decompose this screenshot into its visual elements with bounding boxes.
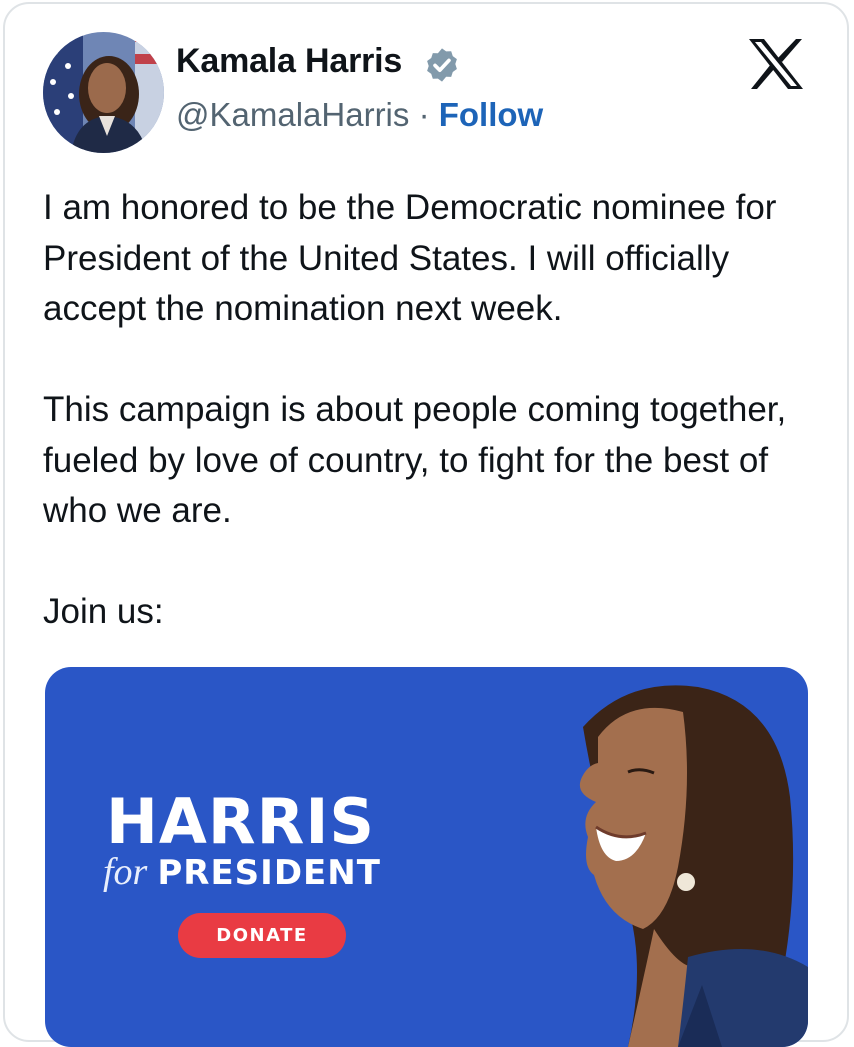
verified-badge-icon [427, 48, 457, 82]
banner-president: PRESIDENT [157, 853, 381, 893]
banner-subhead: for PRESIDENT [103, 850, 381, 894]
tweet-paragraph: I am honored to be the Democratic nomine… [43, 188, 777, 328]
banner-headline: HARRIS [106, 785, 376, 858]
tweet-paragraph: This campaign is about people coming tog… [43, 390, 787, 530]
banner-for-word: for [103, 851, 148, 893]
author-handle[interactable]: @KamalaHarris [176, 96, 409, 133]
handle-row: @KamalaHarris · Follow [176, 96, 543, 134]
media-image[interactable]: HARRIS for PRESIDENT DONATE [45, 667, 808, 1047]
separator-dot: · [418, 96, 430, 133]
tweet-paragraph: Join us: [43, 592, 164, 631]
tweet-text: I am honored to be the Democratic nomine… [43, 183, 833, 638]
donate-button[interactable]: DONATE [178, 913, 346, 958]
x-logo-icon[interactable] [747, 38, 805, 90]
portrait-photo [579, 685, 808, 1047]
avatar-image [43, 32, 164, 153]
avatar[interactable] [43, 32, 164, 153]
follow-button[interactable]: Follow [439, 96, 543, 133]
author-name[interactable]: Kamala Harris [176, 42, 402, 81]
